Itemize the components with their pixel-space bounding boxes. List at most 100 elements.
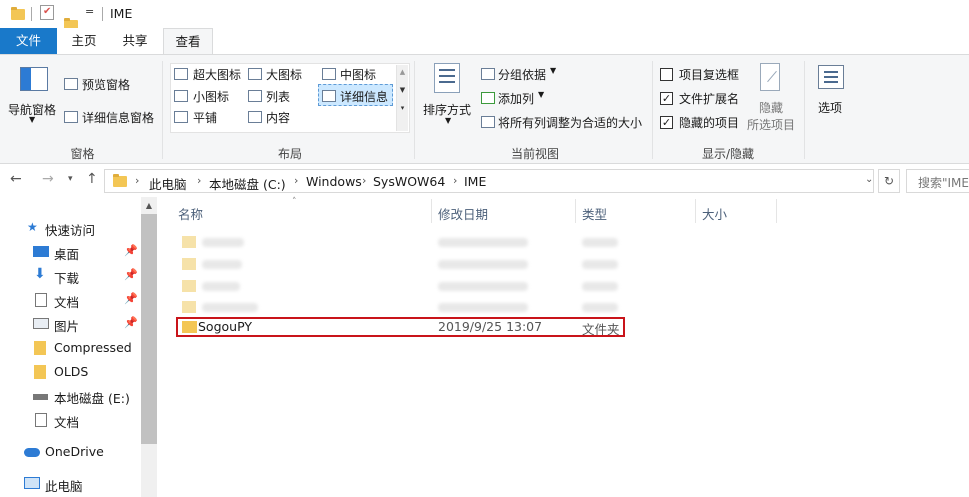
nav-desktop[interactable]: 桌面 📌 — [0, 241, 140, 263]
add-columns-icon — [481, 92, 495, 104]
sort-by-button[interactable]: 排序方式 ▼ — [420, 61, 474, 135]
search-input[interactable]: 搜索"IME" — [906, 169, 969, 193]
forward-icon[interactable]: → — [42, 171, 54, 187]
file-extensions-checkbox[interactable]: ✓ — [660, 92, 673, 105]
customize-quick-access-icon[interactable]: = — [85, 5, 94, 18]
preview-pane-button[interactable]: 预览窗格 — [82, 76, 130, 93]
file-row-obscured[interactable] — [176, 231, 636, 253]
size-all-columns-button[interactable]: 将所有列调整为合适的大小 — [498, 114, 642, 131]
layout-large-icons[interactable]: 大图标 — [266, 66, 302, 83]
nav-quick-access[interactable]: ★ 快速访问 — [0, 217, 140, 239]
column-divider[interactable] — [776, 199, 777, 223]
breadcrumb-this-pc[interactable]: 此电脑 — [149, 174, 187, 193]
document-icon — [35, 413, 47, 427]
back-icon[interactable]: ← — [10, 171, 22, 187]
nav-downloads[interactable]: ⬇ 下载 📌 — [0, 265, 140, 287]
nav-onedrive-label: OneDrive — [45, 444, 104, 459]
breadcrumb-syswow64[interactable]: SysWOW64 — [373, 174, 445, 189]
obscured-type — [582, 282, 618, 291]
recent-locations-icon[interactable]: ▾ — [68, 174, 73, 184]
nav-scrollbar-thumb[interactable] — [141, 214, 157, 444]
divider — [31, 7, 32, 21]
pin-icon[interactable]: 📌 — [124, 292, 138, 305]
nav-local-disk-e[interactable]: 本地磁盘 (E:) — [0, 385, 140, 407]
layout-gallery-scroll[interactable]: ▲ ▼ ▾ — [396, 65, 408, 131]
breadcrumb-local-disk-c[interactable]: 本地磁盘 (C:) — [209, 174, 286, 193]
details-pane-button[interactable]: 详细信息窗格 — [82, 109, 154, 126]
layout-details[interactable]: 详细信息 — [340, 88, 388, 105]
ribbon: 导航窗格 ▼ 预览窗格 详细信息窗格 窗格 超大图标 大图标 中图标 小图标 列… — [0, 54, 969, 164]
options-icon — [818, 65, 844, 89]
address-bar[interactable]: › 此电脑 › 本地磁盘 (C:) › Windows › SysWOW64 ›… — [104, 169, 874, 193]
folder-icon — [182, 236, 196, 248]
column-type[interactable]: 类型 — [582, 204, 607, 223]
options-button[interactable]: 选项 — [810, 61, 850, 135]
divider — [414, 61, 415, 159]
address-dropdown-icon[interactable]: ⌄ — [865, 174, 873, 185]
folder-icon — [182, 301, 196, 313]
tab-share[interactable]: 共享 — [115, 28, 155, 54]
preview-pane-icon — [64, 78, 78, 90]
file-row-obscured[interactable] — [176, 296, 636, 318]
hide-items-icon — [760, 63, 780, 91]
layout-extra-large-icons[interactable]: 超大图标 — [193, 66, 241, 83]
layout-list[interactable]: 列表 — [266, 88, 290, 105]
list-icon — [248, 90, 262, 102]
breadcrumb-separator: › — [294, 174, 299, 187]
folder-icon — [113, 174, 127, 187]
obscured-name — [202, 303, 258, 312]
window-title: IME — [110, 6, 133, 21]
nav-desktop-label: 桌面 — [54, 247, 80, 262]
breadcrumb-windows[interactable]: Windows — [306, 174, 362, 189]
breadcrumb-ime[interactable]: IME — [464, 174, 486, 189]
large-icons-icon — [248, 68, 262, 80]
refresh-icon[interactable]: ↻ — [878, 169, 900, 193]
column-size[interactable]: 大小 — [702, 204, 727, 223]
divider — [162, 61, 163, 159]
column-name[interactable]: 名称 — [178, 204, 203, 223]
nav-this-pc[interactable]: 此电脑 — [0, 473, 140, 495]
file-row-obscured[interactable] — [176, 253, 636, 275]
cloud-icon — [24, 448, 40, 457]
hidden-items-checkbox[interactable]: ✓ — [660, 116, 673, 129]
scroll-up-icon[interactable]: ▲ — [141, 201, 157, 210]
nav-documents-2[interactable]: 文档 — [0, 409, 140, 431]
layout-content[interactable]: 内容 — [266, 109, 290, 126]
hide-selected-line1: 隐藏 — [759, 101, 784, 115]
file-row-obscured[interactable] — [176, 275, 636, 297]
nav-pictures[interactable]: 图片 📌 — [0, 313, 140, 335]
layout-small-icons[interactable]: 小图标 — [193, 88, 229, 105]
group-by-icon — [481, 68, 495, 80]
nav-documents[interactable]: 文档 📌 — [0, 289, 140, 311]
nav-compressed[interactable]: Compressed — [0, 337, 140, 359]
column-divider[interactable] — [431, 199, 432, 223]
properties-icon[interactable]: ✔ — [40, 5, 54, 20]
nav-pictures-label: 图片 — [54, 319, 80, 334]
hide-selected-items-button[interactable]: 隐藏 所选项目 — [746, 61, 798, 135]
tiles-icon — [174, 111, 188, 123]
tab-file[interactable]: 文件 — [0, 28, 57, 54]
layout-medium-icons[interactable]: 中图标 — [340, 66, 376, 83]
tab-view[interactable]: 查看 — [163, 28, 213, 55]
group-by-button[interactable]: 分组依据 — [498, 66, 546, 83]
layout-tiles[interactable]: 平铺 — [193, 109, 217, 126]
column-divider[interactable] — [695, 199, 696, 223]
column-divider[interactable] — [575, 199, 576, 223]
pin-icon[interactable]: 📌 — [124, 268, 138, 281]
nav-pane-button[interactable]: 导航窗格 ▼ — [8, 63, 58, 133]
pin-icon[interactable]: 📌 — [124, 316, 138, 329]
folder-icon — [34, 341, 46, 355]
column-modified[interactable]: 修改日期 — [438, 204, 488, 223]
obscured-date — [438, 238, 528, 247]
sort-icon — [434, 63, 460, 93]
nav-quick-access-label: 快速访问 — [45, 223, 96, 238]
tab-home[interactable]: 主页 — [64, 28, 104, 54]
item-checkboxes-checkbox[interactable] — [660, 68, 673, 81]
small-icons-icon — [174, 90, 188, 102]
nav-olds[interactable]: OLDS — [0, 361, 140, 383]
up-icon[interactable]: ↑ — [86, 171, 98, 187]
pin-icon[interactable]: 📌 — [124, 244, 138, 257]
add-columns-button[interactable]: 添加列 — [498, 90, 534, 107]
hidden-items-label: 隐藏的项目 — [679, 116, 740, 130]
nav-onedrive[interactable]: OneDrive — [0, 441, 140, 463]
